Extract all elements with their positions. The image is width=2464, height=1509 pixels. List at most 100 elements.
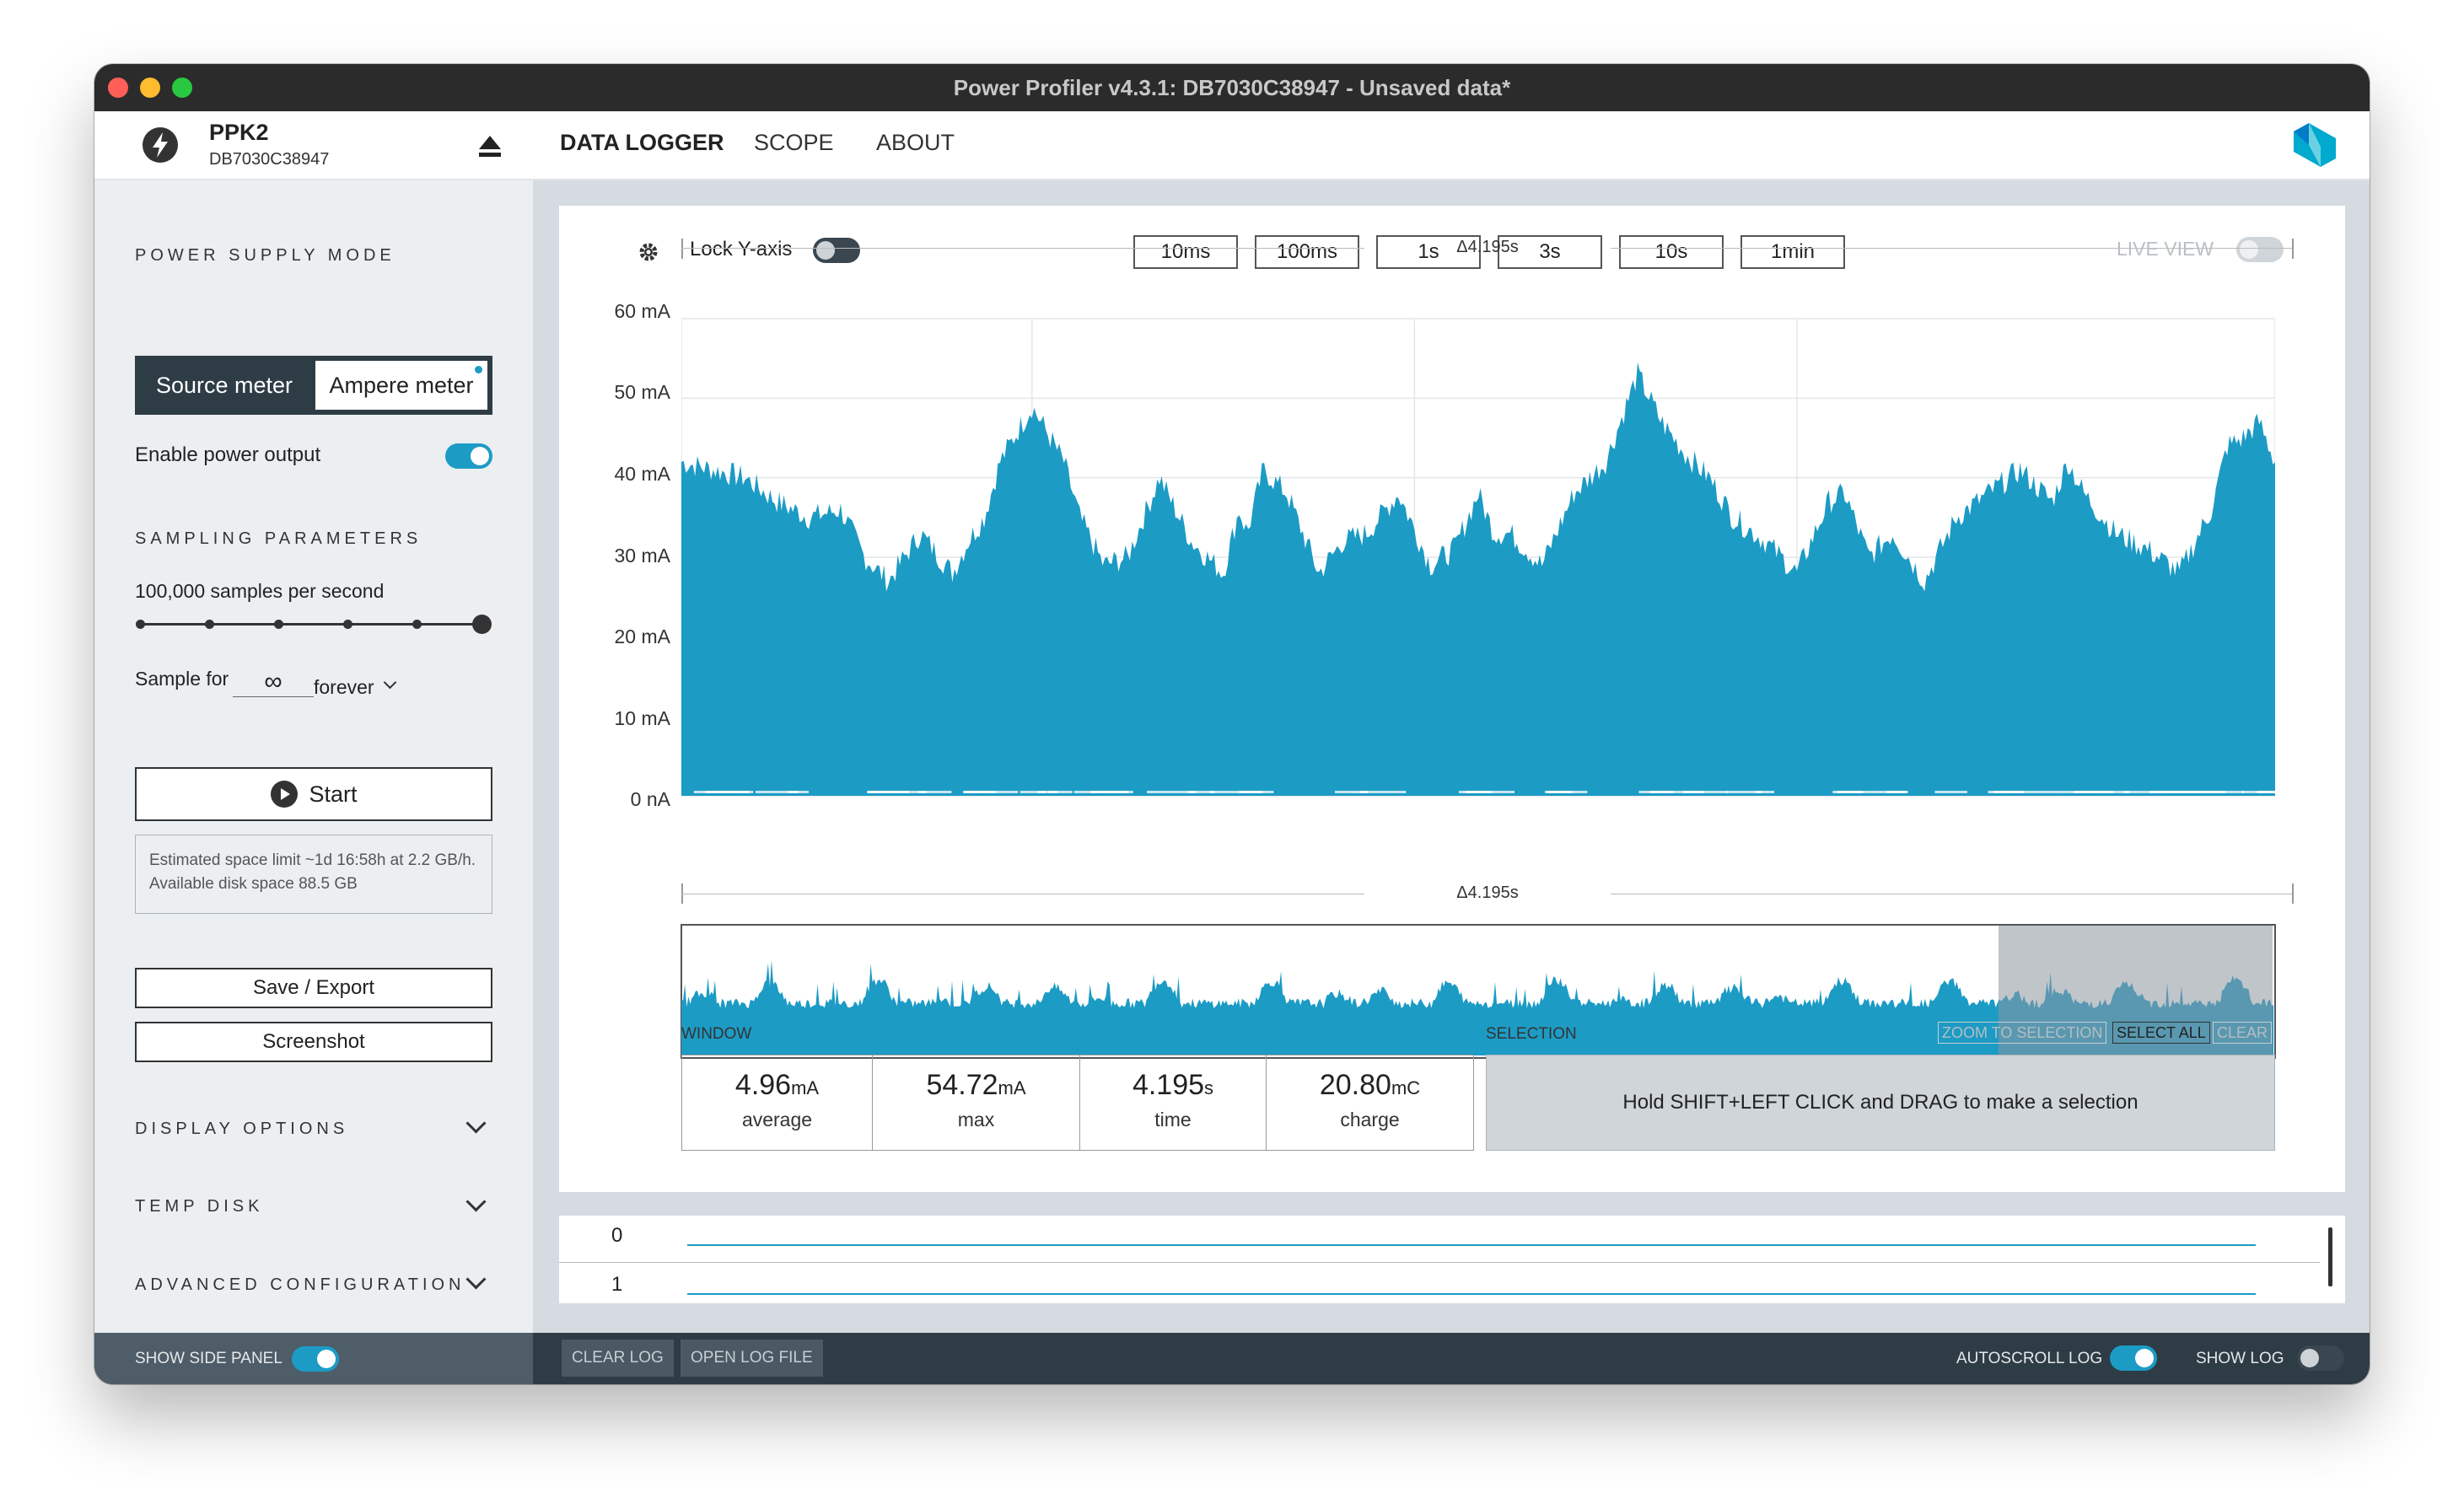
chevron-down-icon <box>383 675 397 690</box>
stat-average-label: average <box>741 1109 813 1130</box>
open-log-file-button[interactable]: OPEN LOG FILE <box>681 1340 823 1377</box>
slider-step <box>343 620 352 629</box>
baseline-dip <box>1359 791 1407 793</box>
stat-time-label: time <box>1154 1109 1192 1130</box>
autoscroll-log-label: AUTOSCROLL LOG <box>1956 1350 2103 1367</box>
start-button[interactable]: Start <box>135 767 492 821</box>
baseline-dip <box>710 791 736 793</box>
display-options-toggle[interactable]: DISPLAY OPTIONS <box>135 1120 348 1139</box>
source-meter-button[interactable]: Source meter <box>135 356 314 415</box>
tab-about[interactable]: ABOUT <box>876 130 955 156</box>
y-tick-label: 10 mA <box>614 707 670 729</box>
screenshot-button[interactable]: Screenshot <box>135 1022 492 1062</box>
device-header[interactable]: PPK2 DB7030C38947 <box>94 111 533 179</box>
zoom-to-selection-button[interactable]: ZOOM TO SELECTION <box>1938 1022 2107 1044</box>
stat-average: 4.96mA average <box>681 1055 873 1151</box>
baseline-dip <box>1649 791 1672 793</box>
enable-power-output-label: Enable power output <box>135 443 321 466</box>
tab-scope[interactable]: SCOPE <box>754 130 834 156</box>
slider-step <box>412 620 422 629</box>
sample-rate-slider[interactable] <box>135 612 492 637</box>
advanced-configuration-toggle[interactable]: ADVANCED CONFIGURATION <box>135 1275 465 1295</box>
play-icon <box>271 780 299 808</box>
tab-data-logger[interactable]: DATA LOGGER <box>560 130 724 156</box>
app-window: Power Profiler v4.3.1: DB7030C38947 - Un… <box>94 64 2370 1384</box>
time-button-10ms[interactable]: 10ms <box>1133 235 1238 269</box>
nav-bar: DATA LOGGER SCOPE ABOUT <box>533 111 2370 179</box>
live-view-label: LIVE VIEW <box>2117 238 2214 260</box>
autoscroll-log-toggle[interactable] <box>2110 1345 2157 1371</box>
duration-line <box>681 248 1364 249</box>
nordic-logo-icon <box>2294 123 2336 167</box>
channel-line-1 <box>687 1293 2256 1295</box>
baseline-dip <box>1832 791 1880 793</box>
estimate-box: Estimated space limit ~1d 16:58h at 2.2 … <box>135 835 492 914</box>
show-side-panel-label: SHOW SIDE PANEL <box>135 1350 282 1367</box>
close-window-button[interactable] <box>108 78 128 98</box>
sample-duration-unit-select[interactable]: forever <box>314 676 374 699</box>
time-button-1min[interactable]: 1min <box>1740 235 1845 269</box>
select-all-button[interactable]: SELECT ALL <box>2112 1022 2210 1044</box>
sampling-parameters-heading: SAMPLING PARAMETERS <box>135 529 422 548</box>
baseline-dip <box>867 791 909 793</box>
baseline-dip <box>2058 791 2092 793</box>
save-export-label: Save / Export <box>252 976 375 999</box>
clear-selection-button[interactable]: CLEAR <box>2213 1022 2273 1044</box>
selection-hint: Hold SHIFT+LEFT CLICK and DRAG to make a… <box>1622 1091 2139 1114</box>
sample-duration-input[interactable]: ∞ <box>233 668 314 697</box>
device-name: PPK2 <box>209 120 269 145</box>
digital-channels-panel: 0 1 <box>559 1216 2345 1303</box>
slider-step <box>274 620 283 629</box>
channel-divider <box>559 1262 2320 1263</box>
baseline-dip <box>1209 791 1245 793</box>
duration-unit-label: forever <box>314 676 374 698</box>
channel-line-0 <box>687 1244 2256 1246</box>
average-number: 4.96 <box>734 1069 792 1101</box>
ampere-meter-label: Ampere meter <box>329 373 474 398</box>
duration-tick <box>681 239 683 259</box>
charge-unit: mC <box>1391 1077 1421 1098</box>
baseline-dip <box>1465 791 1514 793</box>
channel-label-0: 0 <box>611 1224 623 1247</box>
duration-label-top: Δ4.195s <box>1456 238 1519 256</box>
infinity-symbol: ∞ <box>264 668 282 695</box>
current-series-area <box>681 362 2275 796</box>
window-title: Power Profiler v4.3.1: DB7030C38947 - Un… <box>953 75 1511 100</box>
baseline-dip <box>1934 791 1967 793</box>
slider-track <box>140 623 481 626</box>
gear-icon[interactable] <box>637 240 660 264</box>
baseline-dip <box>788 791 810 793</box>
baseline-dip <box>2241 791 2275 793</box>
show-log-toggle[interactable] <box>2297 1345 2344 1371</box>
time-number: 4.195 <box>1132 1069 1205 1101</box>
duration-label-bottom: Δ4.195s <box>1456 883 1519 902</box>
live-view-toggle[interactable] <box>2236 237 2284 262</box>
zoom-window-button[interactable] <box>172 78 192 98</box>
clear-log-button[interactable]: CLEAR LOG <box>562 1340 674 1377</box>
selection-hint-box: Hold SHIFT+LEFT CLICK and DRAG to make a… <box>1486 1055 2275 1151</box>
enable-power-output-toggle[interactable] <box>445 443 492 469</box>
time-button-10s[interactable]: 10s <box>1619 235 1724 269</box>
temp-disk-toggle[interactable]: TEMP DISK <box>135 1197 263 1216</box>
ampere-meter-button[interactable]: Ampere meter <box>315 361 487 410</box>
start-label: Start <box>309 781 358 807</box>
channel-scrollbar[interactable] <box>2328 1227 2332 1286</box>
eject-icon[interactable] <box>477 133 503 158</box>
baseline-dip <box>1879 791 1908 793</box>
lock-y-axis-toggle[interactable] <box>813 238 860 263</box>
minimize-window-button[interactable] <box>140 78 160 98</box>
show-side-panel-toggle[interactable] <box>292 1346 339 1372</box>
baseline-dip <box>979 791 1019 793</box>
max-number: 54.72 <box>926 1069 998 1101</box>
stat-max-value: 54.72mA <box>873 1069 1079 1102</box>
sample-rate-label: 100,000 samples per second <box>135 580 385 602</box>
time-button-100ms[interactable]: 100ms <box>1255 235 1359 269</box>
chevron-down-icon <box>465 1191 487 1212</box>
average-unit: mA <box>791 1077 820 1098</box>
duration-tick <box>2292 239 2294 259</box>
slider-handle[interactable] <box>472 615 492 634</box>
save-export-button[interactable]: Save / Export <box>135 968 492 1008</box>
current-chart[interactable] <box>681 310 2275 804</box>
stat-average-value: 4.96mA <box>682 1069 872 1102</box>
max-unit: mA <box>998 1077 1026 1098</box>
